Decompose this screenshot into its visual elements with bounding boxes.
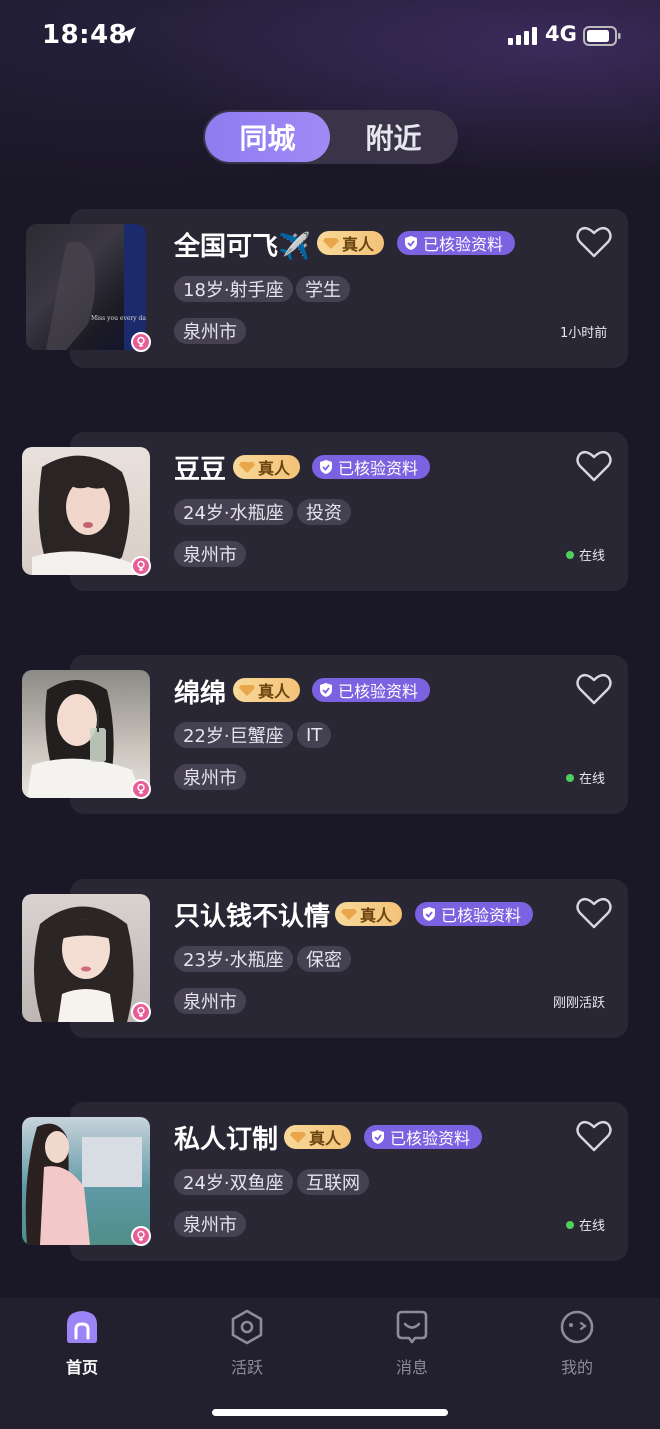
avatar[interactable]: Miss you every day xyxy=(26,224,146,350)
female-icon xyxy=(131,1226,151,1246)
real-person-badge: 真人 xyxy=(335,902,403,926)
tab-active[interactable]: 活跃 xyxy=(202,1308,292,1378)
status-time: 18:48 xyxy=(42,20,128,50)
age-sign-tag: 24岁·水瓶座 xyxy=(174,499,293,525)
battery-icon xyxy=(583,26,621,46)
profile-name: 豆豆 xyxy=(174,455,227,485)
profile-name: 只认钱不认情 xyxy=(174,902,331,932)
signal-icon xyxy=(508,27,537,45)
avatar[interactable] xyxy=(22,447,150,575)
network-type: 4G xyxy=(545,22,577,46)
like-heart-icon[interactable] xyxy=(576,1119,612,1153)
online-dot-icon xyxy=(566,550,574,559)
job-tag: IT xyxy=(297,722,332,748)
verified-badge: 已核验资料 xyxy=(415,902,534,926)
verified-badge: 已核验资料 xyxy=(397,231,516,255)
city-tag: 泉州市 xyxy=(174,764,246,790)
online-dot-icon xyxy=(566,773,574,782)
verified-badge: 已核验资料 xyxy=(364,1125,483,1149)
job-tag: 互联网 xyxy=(297,1169,369,1195)
avatar[interactable] xyxy=(22,1117,150,1245)
shield-check-icon xyxy=(320,460,332,474)
activity-status: 在线 xyxy=(566,1215,605,1234)
like-heart-icon[interactable] xyxy=(576,225,612,259)
female-icon xyxy=(131,556,151,576)
shield-check-icon xyxy=(320,683,332,697)
home-indicator xyxy=(212,1409,448,1416)
profile-name: 全国可飞✈️ xyxy=(174,232,311,262)
city-tag: 泉州市 xyxy=(174,318,246,344)
tab-profile[interactable]: 我的 xyxy=(532,1308,622,1378)
activity-status: 在线 xyxy=(566,768,605,787)
shield-check-icon xyxy=(405,236,417,250)
job-tag: 学生 xyxy=(296,276,350,302)
activity-status: 1小时前 xyxy=(560,326,608,341)
verified-badge: 已核验资料 xyxy=(312,678,431,702)
real-person-badge: 真人 xyxy=(233,678,301,702)
real-person-badge: 真人 xyxy=(233,455,301,479)
tab-home[interactable]: 首页 xyxy=(37,1308,127,1378)
female-icon xyxy=(131,332,151,352)
profile-name: 私人订制 xyxy=(174,1125,279,1155)
status-bar: 18:48 4G xyxy=(0,0,660,72)
diamond-icon xyxy=(290,1132,306,1143)
message-icon xyxy=(396,1310,428,1344)
diamond-icon xyxy=(239,685,255,696)
age-sign-tag: 22岁·巨蟹座 xyxy=(174,722,293,748)
female-icon xyxy=(131,779,151,799)
real-person-badge: 真人 xyxy=(284,1125,352,1149)
age-sign-tag: 24岁·双鱼座 xyxy=(174,1169,293,1195)
job-tag: 投资 xyxy=(297,499,351,525)
diamond-icon xyxy=(323,238,339,249)
avatar[interactable] xyxy=(22,670,150,798)
hexagon-icon xyxy=(231,1309,263,1345)
diamond-icon xyxy=(239,462,255,473)
avatar[interactable] xyxy=(22,894,150,1022)
real-person-badge: 真人 xyxy=(317,231,385,255)
female-icon xyxy=(131,1002,151,1022)
city-tag: 泉州市 xyxy=(174,988,246,1014)
home-icon xyxy=(67,1311,97,1343)
like-heart-icon[interactable] xyxy=(576,449,612,483)
like-heart-icon[interactable] xyxy=(576,672,612,706)
activity-status: 刚刚活跃 xyxy=(553,996,606,1011)
city-nearby-switch: 同城 附近 xyxy=(203,110,458,164)
shield-check-icon xyxy=(423,907,435,921)
city-tag: 泉州市 xyxy=(174,1211,246,1237)
verified-badge: 已核验资料 xyxy=(312,455,431,479)
like-heart-icon[interactable] xyxy=(576,896,612,930)
online-dot-icon xyxy=(566,1220,574,1229)
diamond-icon xyxy=(341,909,357,920)
location-arrow-icon xyxy=(120,27,136,43)
age-sign-tag: 23岁·水瓶座 xyxy=(174,946,293,972)
activity-status: 在线 xyxy=(566,545,605,564)
profile-name: 绵绵 xyxy=(174,679,227,709)
tab-messages[interactable]: 消息 xyxy=(367,1308,457,1378)
job-tag: 保密 xyxy=(297,946,351,972)
tab-same-city[interactable]: 同城 xyxy=(205,112,330,162)
city-tag: 泉州市 xyxy=(174,541,246,567)
smile-face-icon xyxy=(560,1310,594,1344)
shield-check-icon xyxy=(372,1130,384,1144)
age-sign-tag: 18岁·射手座 xyxy=(174,276,293,302)
svg-text:Miss you every day: Miss you every day xyxy=(91,315,146,322)
tab-nearby[interactable]: 附近 xyxy=(331,112,456,162)
